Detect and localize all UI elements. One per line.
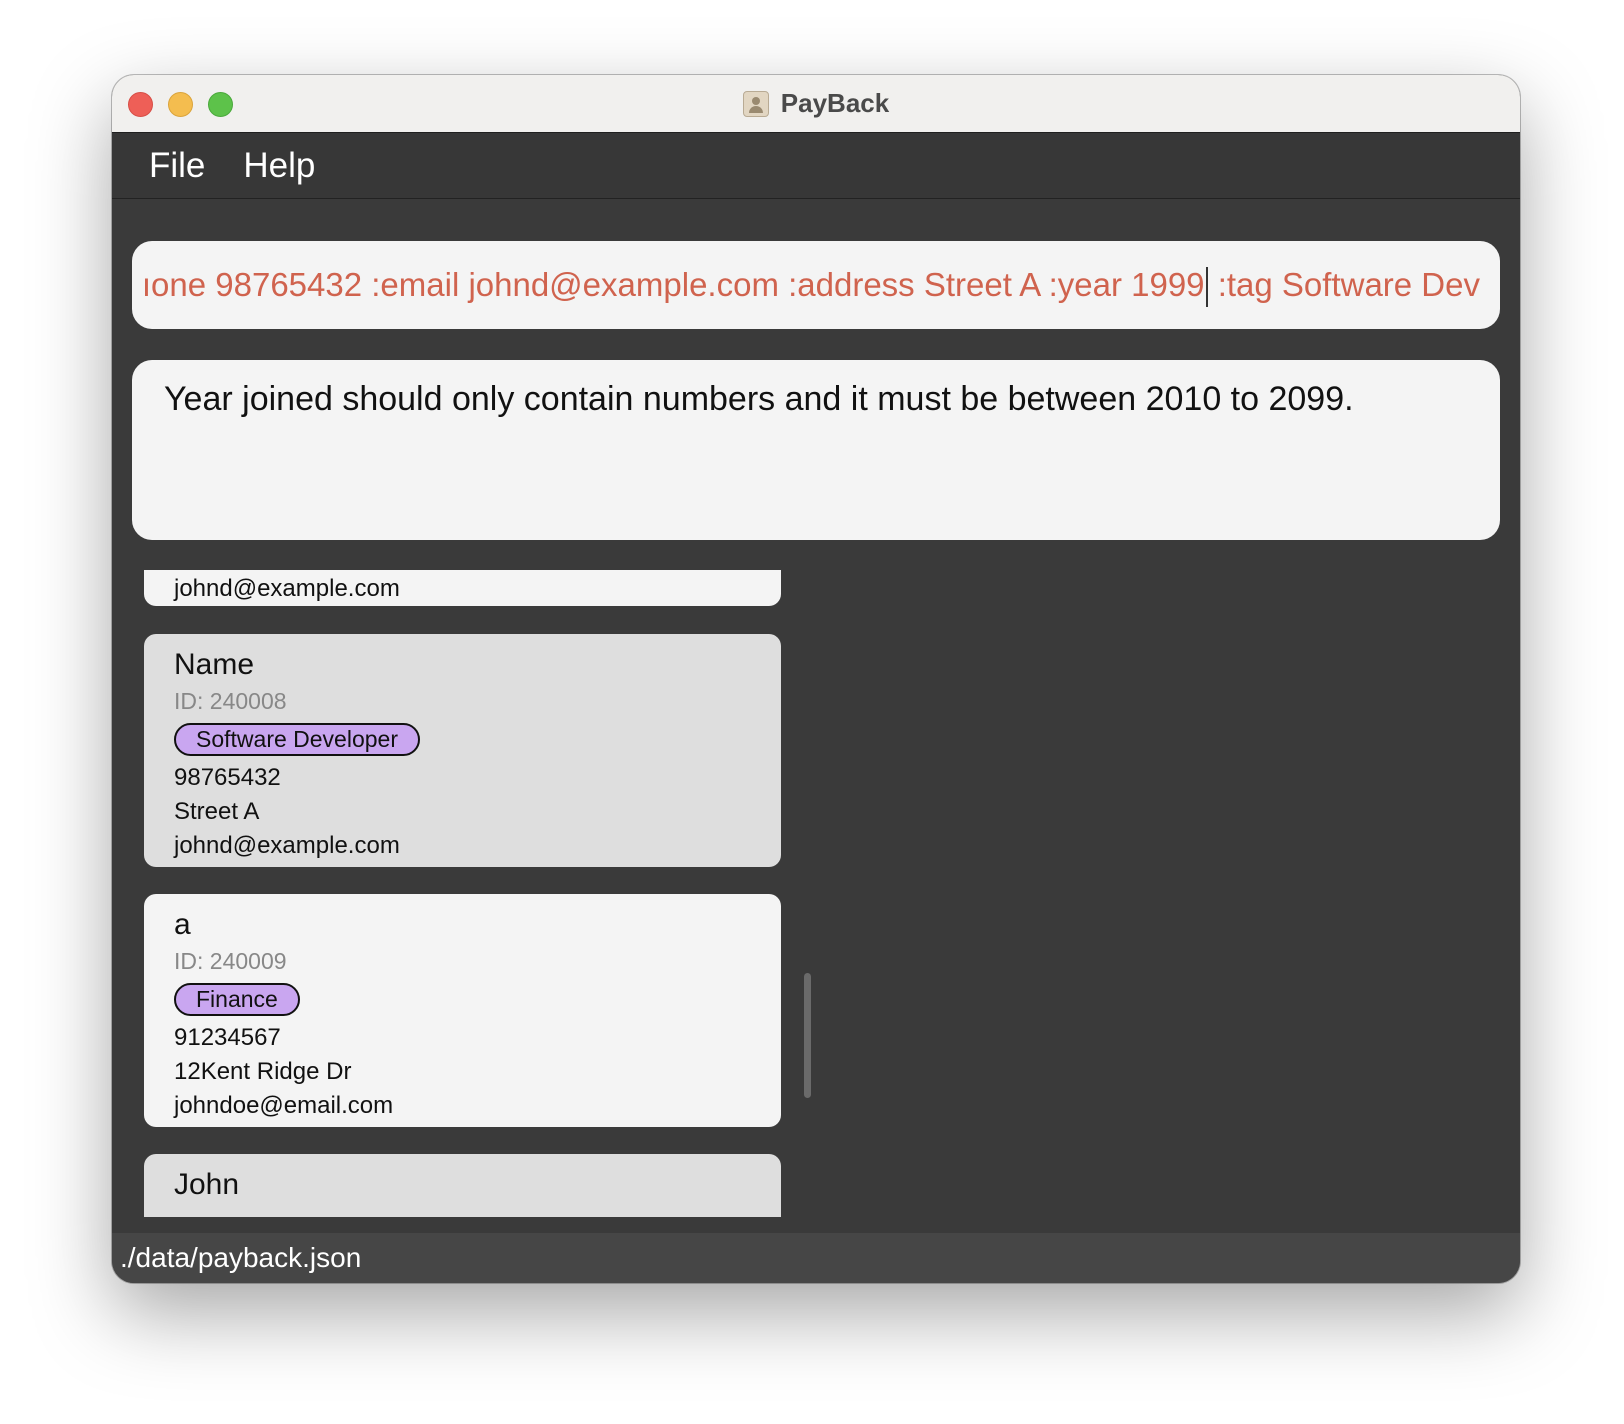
- person-email: johnd@example.com: [174, 575, 400, 602]
- window-title: PayBack: [780, 88, 890, 118]
- status-bar: ./data/payback.json: [112, 1233, 1520, 1283]
- person-name: a: [174, 908, 191, 941]
- person-card[interactable]: Name ID: 240008 Software Developer 98765…: [144, 634, 781, 867]
- text-caret: [1205, 267, 1208, 308]
- title-bar: PayBack: [112, 75, 1520, 133]
- menu-file[interactable]: File: [149, 146, 205, 186]
- person-address: 12Kent Ridge Dr: [174, 1058, 352, 1085]
- person-card[interactable]: johnd@example.com: [144, 570, 781, 606]
- data-file-path: ./data/payback.json: [120, 1242, 362, 1273]
- person-name: John: [174, 1168, 240, 1201]
- app-window: PayBack File Help ıone 98765432 :email j…: [112, 75, 1520, 1283]
- command-text-after-caret: :tag Software Dev: [1208, 266, 1480, 303]
- address-book-icon: [742, 90, 769, 117]
- person-tag: Software Developer: [174, 723, 420, 756]
- person-phone: 91234567: [174, 1024, 281, 1051]
- person-card[interactable]: a ID: 240009 Finance 91234567 12Kent Rid…: [144, 894, 781, 1127]
- person-list[interactable]: johnd@example.com Name ID: 240008 Softwa…: [112, 570, 812, 1217]
- menu-help[interactable]: Help: [243, 146, 315, 186]
- person-phone: 98765432: [174, 764, 281, 791]
- menu-bar: File Help: [112, 133, 1520, 199]
- person-address: Street A: [174, 798, 260, 825]
- person-id: ID: 240008: [174, 688, 287, 714]
- window-title-wrap: PayBack: [112, 75, 1520, 132]
- person-id: ID: 240009: [174, 948, 287, 974]
- person-name: Name: [174, 648, 255, 681]
- command-text: ıone 98765432 :email johnd@example.com :…: [142, 241, 1480, 329]
- command-input[interactable]: ıone 98765432 :email johnd@example.com :…: [132, 241, 1500, 329]
- person-card[interactable]: John: [144, 1154, 781, 1217]
- list-scrollbar[interactable]: [804, 973, 811, 1098]
- person-email: johnd@example.com: [174, 832, 400, 859]
- person-email: johndoe@email.com: [174, 1092, 394, 1119]
- command-text-before-caret: ıone 98765432 :email johnd@example.com :…: [141, 266, 1205, 303]
- result-display: Year joined should only contain numbers …: [132, 360, 1500, 540]
- person-tag: Finance: [174, 983, 300, 1016]
- result-message: Year joined should only contain numbers …: [164, 380, 1354, 418]
